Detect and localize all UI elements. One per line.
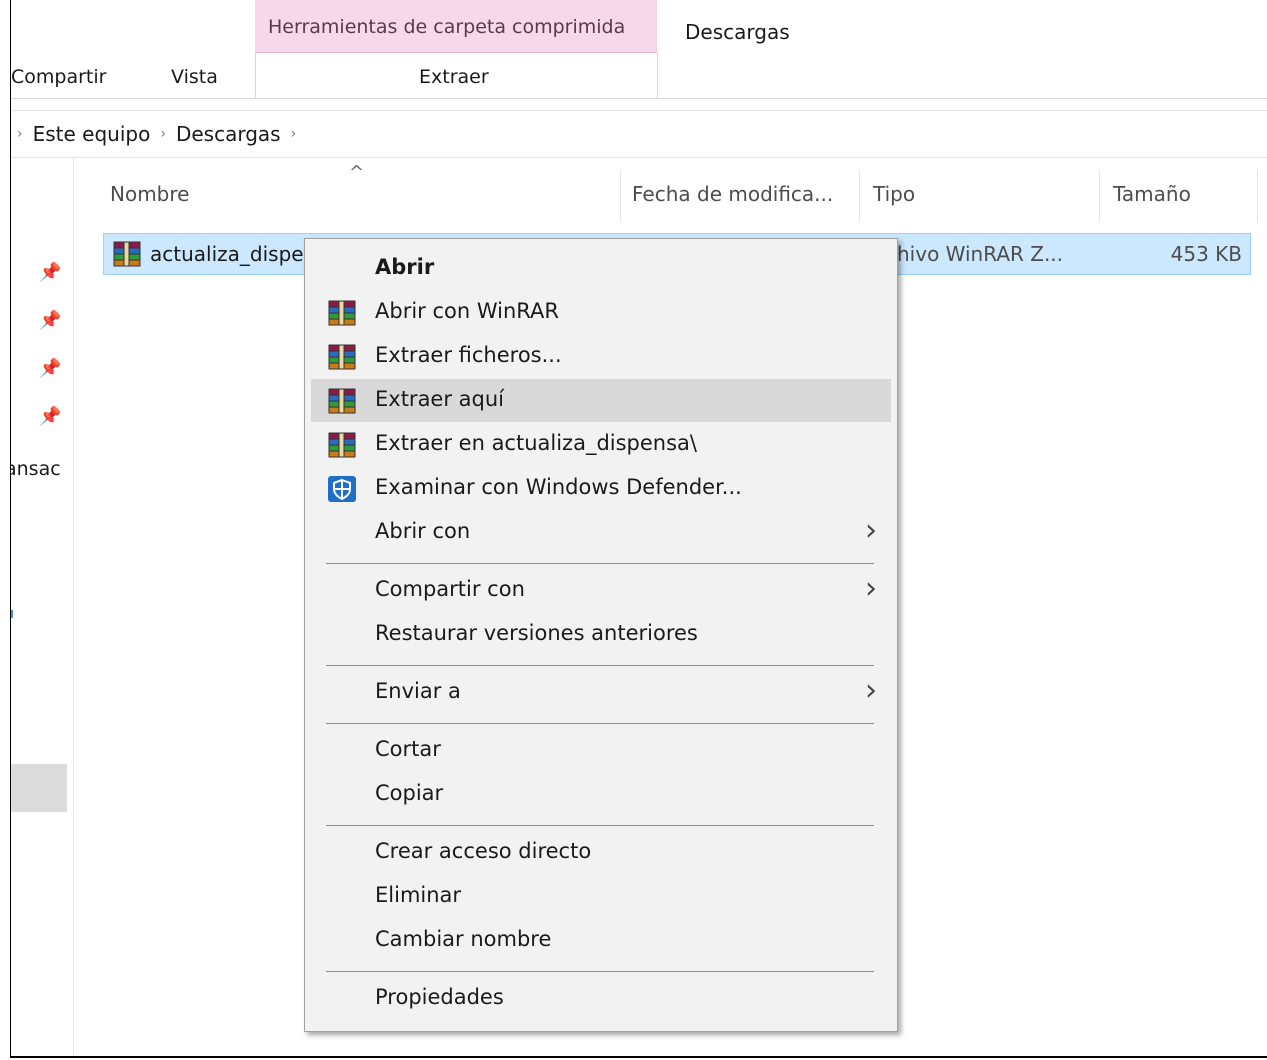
menu-item-extraer-ficheros[interactable]: Extraer ficheros...	[311, 335, 891, 378]
ribbon-border	[11, 98, 1267, 99]
navigation-pane: 📌 📌 📌 📌 ansac	[11, 158, 74, 1056]
column-header-tipo[interactable]: Tipo	[873, 182, 915, 206]
menu-item-eliminar[interactable]: Eliminar	[311, 875, 891, 918]
pin-icon: 📌	[39, 406, 62, 427]
menu-item-copiar[interactable]: Copiar	[311, 773, 891, 816]
winrar-icon	[327, 431, 357, 464]
breadcrumb[interactable]: › Este equipo › Descargas ›	[11, 111, 1267, 158]
winrar-archive-icon	[112, 240, 142, 272]
menu-separator	[326, 723, 874, 724]
menu-item-abrir[interactable]: Abrir	[311, 247, 891, 290]
chevron-right-icon: ›	[865, 673, 877, 708]
menu-item-enviar-a[interactable]: Enviar a ›	[311, 671, 891, 714]
chevron-right-icon: ›	[17, 126, 23, 142]
chevron-right-icon[interactable]: ›	[160, 126, 166, 142]
tab-compartir[interactable]: Compartir	[11, 66, 106, 88]
column-header-fecha[interactable]: Fecha de modifica...	[632, 182, 833, 206]
context-menu: Abrir Abrir con WinRAR Extraer ficheros.…	[304, 238, 898, 1032]
tab-descargas[interactable]: Descargas	[685, 20, 790, 44]
menu-item-crear-acceso-directo[interactable]: Crear acceso directo	[311, 831, 891, 874]
chevron-right-icon[interactable]: ›	[291, 126, 297, 142]
winrar-icon	[327, 299, 357, 332]
ribbon-divider	[255, 52, 256, 98]
breadcrumb-item-descargas[interactable]: Descargas	[176, 122, 281, 146]
tab-vista[interactable]: Vista	[171, 66, 218, 88]
tab-extraer[interactable]: Extraer	[419, 66, 489, 88]
column-header-tamano[interactable]: Tamaño	[1113, 182, 1191, 206]
menu-item-extraer-aqui[interactable]: Extraer aquí	[311, 379, 891, 422]
menu-separator	[326, 563, 874, 564]
menu-item-restaurar-versiones[interactable]: Restaurar versiones anteriores	[311, 613, 891, 656]
menu-separator	[326, 665, 874, 666]
chevron-right-icon: ›	[865, 513, 877, 548]
column-divider[interactable]	[620, 170, 621, 222]
pin-icon: 📌	[39, 310, 62, 331]
windows-defender-icon	[327, 475, 357, 508]
chevron-right-icon: ›	[865, 571, 877, 606]
menu-item-cortar[interactable]: Cortar	[311, 729, 891, 772]
pin-icon: 📌	[39, 262, 62, 283]
ribbon-divider	[657, 52, 658, 98]
file-name[interactable]: actualiza_dispe	[150, 242, 304, 266]
breadcrumb-item-este-equipo[interactable]: Este equipo	[33, 122, 151, 146]
column-divider[interactable]	[859, 170, 860, 222]
winrar-icon	[327, 387, 357, 420]
sort-ascending-icon: ^	[349, 162, 365, 183]
column-header-nombre[interactable]: Nombre	[110, 182, 189, 206]
nav-indicator	[11, 610, 13, 618]
menu-item-propiedades[interactable]: Propiedades	[311, 977, 891, 1020]
menu-separator	[326, 971, 874, 972]
file-size: 453 KB	[1170, 242, 1242, 266]
menu-item-abrir-con[interactable]: Abrir con ›	[311, 511, 891, 554]
winrar-icon	[327, 343, 357, 376]
menu-separator	[326, 825, 874, 826]
pin-icon: 📌	[39, 358, 62, 379]
menu-item-windows-defender[interactable]: Examinar con Windows Defender...	[311, 467, 891, 510]
nav-item-selected[interactable]	[11, 764, 67, 812]
ribbon-context-label: Herramientas de carpeta comprimida	[268, 16, 626, 38]
menu-item-compartir-con[interactable]: Compartir con ›	[311, 569, 891, 612]
menu-item-abrir-con-winrar[interactable]: Abrir con WinRAR	[311, 291, 891, 334]
explorer-window: Herramientas de carpeta comprimida Desca…	[10, 0, 1267, 1058]
column-divider[interactable]	[1099, 170, 1100, 222]
nav-item-partial[interactable]: ansac	[11, 458, 61, 480]
file-type: chivo WinRAR Z...	[886, 242, 1064, 266]
menu-item-extraer-en[interactable]: Extraer en actualiza_dispensa\	[311, 423, 891, 466]
menu-item-cambiar-nombre[interactable]: Cambiar nombre	[311, 919, 891, 962]
column-divider[interactable]	[1257, 170, 1258, 222]
